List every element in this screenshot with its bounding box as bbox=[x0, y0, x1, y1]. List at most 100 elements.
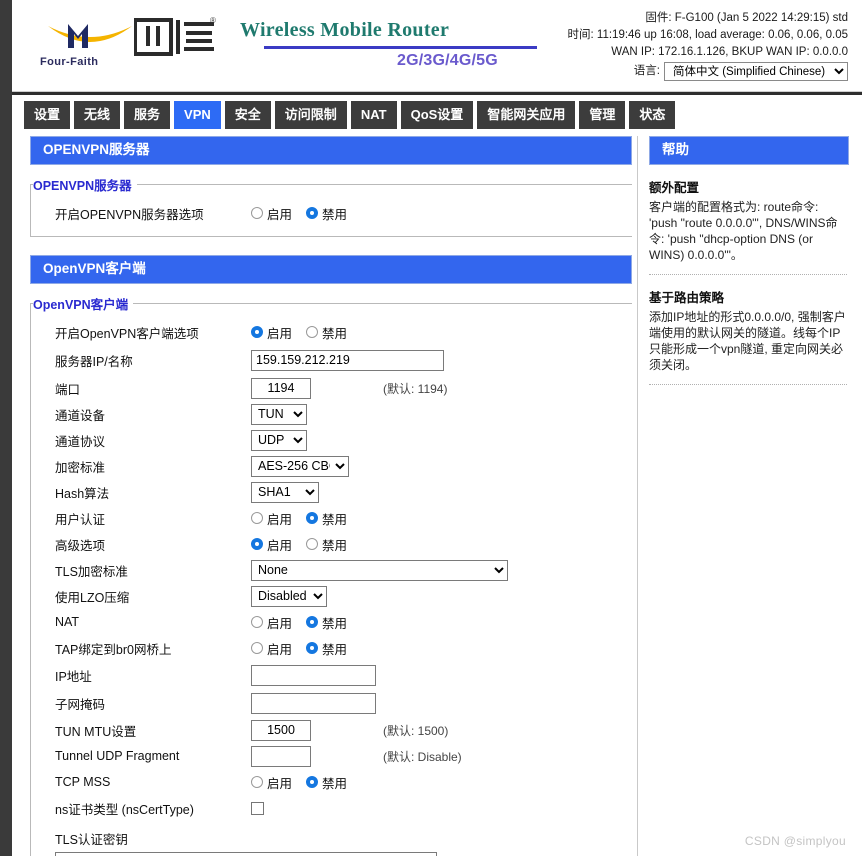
label-lzo: 使用LZO压缩 bbox=[55, 590, 130, 605]
radio-label: 禁用 bbox=[322, 776, 348, 791]
nscerttype-checkbox[interactable] bbox=[251, 801, 264, 815]
label-client-enable: 开启OpenVPN客户端选项 bbox=[55, 326, 199, 341]
radio-option[interactable]: 禁用 bbox=[306, 323, 347, 342]
tab-9[interactable]: 管理 bbox=[579, 101, 626, 129]
tab-0[interactable]: 设置 bbox=[24, 101, 71, 129]
router-admin-page: Four-Faith ® Wireless Mobile Router 2G/3… bbox=[0, 0, 862, 856]
radio-label: 启用 bbox=[267, 326, 293, 341]
subnet-mask-input[interactable] bbox=[251, 692, 376, 714]
radio-label: 禁用 bbox=[322, 512, 348, 527]
help-divider-0 bbox=[649, 274, 847, 275]
server-ip-input[interactable] bbox=[251, 349, 444, 371]
tab-2[interactable]: 服务 bbox=[124, 101, 171, 129]
radio-option[interactable]: 禁用 bbox=[306, 535, 347, 554]
radio-option[interactable]: 禁用 bbox=[306, 613, 347, 632]
tab-list: 设置 无线 服务 VPN 安全 访问限制 NAT QoS设置 智能网关应用 管理 状态 bbox=[24, 101, 676, 129]
row-nat: NAT 启用 禁用 bbox=[31, 609, 632, 635]
radio-dot-icon bbox=[251, 538, 263, 550]
language-select[interactable]: 简体中文 (Simplified Chinese)English繁體中文 (Tr… bbox=[664, 62, 848, 81]
radio-label: 启用 bbox=[267, 616, 293, 631]
row-udp-fragment: Tunnel UDP Fragment (默认: Disable) bbox=[31, 743, 632, 769]
radio-dot-icon bbox=[251, 616, 263, 628]
help-heading-1: 基于路由策略 bbox=[649, 291, 725, 305]
note-tun-mtu: (默认: 1500) bbox=[383, 723, 449, 738]
row-encryption: 加密标准 AES-256 CBCAES-128 CBCAES-192 CBCBl… bbox=[31, 453, 632, 479]
radio-label: 启用 bbox=[267, 642, 293, 657]
language-label: 语言: bbox=[633, 65, 660, 77]
tab-6[interactable]: NAT bbox=[350, 101, 397, 129]
radio-label: 禁用 bbox=[322, 207, 348, 222]
radio-option[interactable]: 禁用 bbox=[306, 204, 347, 223]
label-tun-mtu: TUN MTU设置 bbox=[55, 724, 137, 739]
tab-3[interactable]: VPN bbox=[174, 101, 221, 129]
label-udp-fragment: Tunnel UDP Fragment bbox=[55, 749, 180, 763]
help-body-0: 客户端的配置格式为: route命令: 'push "route 0.0.0.0… bbox=[649, 200, 838, 262]
tab-8[interactable]: 智能网关应用 bbox=[477, 101, 576, 129]
tunnel-device-select[interactable]: TUNTAP bbox=[251, 403, 307, 425]
radio-dot-icon bbox=[251, 776, 263, 788]
hash-select[interactable]: SHA1SHA256SHA512MD5None bbox=[251, 481, 319, 503]
ip-address-input[interactable] bbox=[251, 664, 376, 686]
port-input[interactable] bbox=[251, 377, 311, 399]
encryption-select[interactable]: AES-256 CBCAES-128 CBCAES-192 CBCBlowfis… bbox=[251, 455, 349, 477]
radio-option[interactable]: 启用 bbox=[251, 535, 292, 554]
language-row: 语言: 简体中文 (Simplified Chinese)English繁體中文… bbox=[428, 62, 848, 81]
label-nscerttype: ns证书类型 (nsCertType) bbox=[55, 802, 194, 817]
radio-dot-icon bbox=[306, 207, 319, 219]
tls-auth-key-textarea[interactable] bbox=[55, 852, 437, 856]
page-header: Four-Faith ® Wireless Mobile Router 2G/3… bbox=[12, 0, 862, 92]
tunnel-protocol-select[interactable]: UDPTCP bbox=[251, 429, 307, 451]
radio-option[interactable]: 启用 bbox=[251, 639, 292, 658]
tab-7[interactable]: QoS设置 bbox=[400, 101, 474, 129]
radiogroup-user-auth: 启用 禁用 bbox=[251, 509, 347, 528]
tab-4[interactable]: 安全 bbox=[224, 101, 271, 129]
note-udp-fragment: (默认: Disable) bbox=[383, 749, 462, 764]
radio-option[interactable]: 启用 bbox=[251, 204, 292, 223]
row-port: 端口 (默认: 1194) bbox=[31, 375, 632, 401]
left-rail bbox=[0, 0, 12, 856]
label-subnet-mask: 子网掩码 bbox=[55, 697, 106, 712]
radio-dot-icon bbox=[251, 326, 263, 338]
openvpn-client-legend: OpenVPN客户端 bbox=[33, 294, 134, 313]
lzo-select[interactable]: DisabledEnabledAdaptiveYesNo bbox=[251, 585, 327, 607]
label-ip-address: IP地址 bbox=[55, 669, 92, 684]
row-openvpn-server-enable: 开启OPENVPN服务器选项 启用 禁用 bbox=[31, 200, 632, 226]
row-lzo: 使用LZO压缩 DisabledEnabledAdaptiveYesNo bbox=[31, 583, 632, 609]
radio-option[interactable]: 启用 bbox=[251, 613, 292, 632]
row-tunnel-protocol: 通道协议 UDPTCP bbox=[31, 427, 632, 453]
tab-10[interactable]: 状态 bbox=[629, 101, 676, 129]
four-faith-logo-icon bbox=[48, 24, 132, 48]
label-server-ip: 服务器IP/名称 bbox=[55, 354, 133, 369]
tab-1[interactable]: 无线 bbox=[74, 101, 121, 129]
radio-dot-icon bbox=[306, 616, 319, 628]
openvpn-server-fieldset: OPENVPN服务器 开启OPENVPN服务器选项 启用 禁用 bbox=[30, 175, 632, 237]
udp-fragment-input[interactable] bbox=[251, 745, 311, 767]
radio-option[interactable]: 启用 bbox=[251, 509, 292, 528]
brand-name-cn-icon bbox=[134, 18, 214, 56]
radio-label: 启用 bbox=[267, 776, 293, 791]
tls-cipher-select[interactable]: NoneAES-128 SHAAES-256 SHADHE-RSA-AES128… bbox=[251, 559, 508, 581]
radio-option[interactable]: 禁用 bbox=[306, 639, 347, 658]
radio-dot-icon bbox=[306, 776, 319, 788]
uptime-line: 时间: 11:19:46 up 16:08, load average: 0.0… bbox=[567, 29, 848, 41]
device-status-info: 固件: F-G100 (Jan 5 2022 14:29:15) std 时间:… bbox=[428, 10, 848, 81]
radio-option[interactable]: 禁用 bbox=[306, 509, 347, 528]
row-server-ip: 服务器IP/名称 bbox=[31, 345, 632, 375]
radio-label: 禁用 bbox=[322, 538, 348, 553]
radio-option[interactable]: 禁用 bbox=[306, 773, 347, 792]
help-body-1: 添加IP地址的形式0.0.0.0/0, 强制客户端使用的默认网关的隧道。线每个I… bbox=[649, 310, 846, 372]
radiogroup-tap-bridge: 启用 禁用 bbox=[251, 639, 347, 658]
row-nscerttype: ns证书类型 (nsCertType) bbox=[31, 795, 632, 821]
label-tunnel-device: 通道设备 bbox=[55, 408, 106, 423]
label-hash: Hash算法 bbox=[55, 486, 110, 501]
tun-mtu-input[interactable] bbox=[251, 719, 311, 741]
radio-dot-icon bbox=[306, 538, 319, 550]
radio-dot-icon bbox=[251, 207, 263, 219]
tab-5[interactable]: 访问限制 bbox=[274, 101, 347, 129]
registered-mark-icon: ® bbox=[210, 16, 216, 25]
help-divider-1 bbox=[649, 384, 847, 385]
row-advanced: 高级选项 启用 禁用 bbox=[31, 531, 632, 557]
openvpn-client-section-header: OpenVPN客户端 bbox=[30, 255, 632, 284]
radio-option[interactable]: 启用 bbox=[251, 323, 292, 342]
radio-option[interactable]: 启用 bbox=[251, 773, 292, 792]
